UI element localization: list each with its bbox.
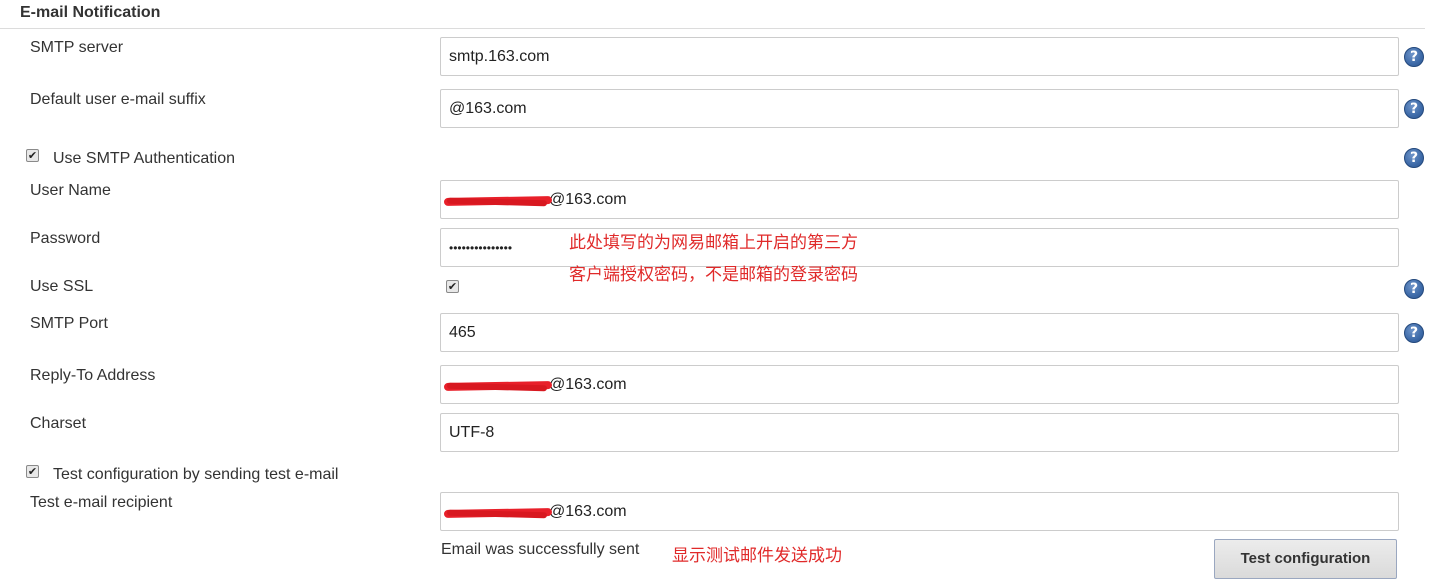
status-annotation: 显示测试邮件发送成功 <box>672 546 842 566</box>
section-title: E-mail Notification <box>20 4 161 21</box>
smtp-auth-label: Use SMTP Authentication <box>53 150 236 167</box>
use-ssl-checkbox[interactable]: ✔ <box>446 280 459 293</box>
help-icon-smtp-port[interactable]: ? <box>1404 323 1424 343</box>
user-name-label: User Name <box>30 182 111 199</box>
test-recipient-input[interactable]: @163.com <box>440 492 1399 531</box>
default-suffix-input[interactable]: @163.com <box>440 89 1399 128</box>
smtp-auth-checkbox[interactable]: ✔ <box>26 149 39 162</box>
test-configuration-button[interactable]: Test configuration <box>1214 539 1397 579</box>
smtp-port-input[interactable]: 465 <box>440 313 1399 352</box>
status-message: Email was successfully sent <box>441 541 640 558</box>
reply-to-input[interactable]: @163.com <box>440 365 1399 404</box>
charset-value: UTF-8 <box>449 424 495 441</box>
help-icon-smtp-server[interactable]: ? <box>1404 47 1424 67</box>
user-name-input[interactable]: @163.com <box>440 180 1399 219</box>
user-name-value: @163.com <box>549 191 627 208</box>
test-config-checkbox[interactable]: ✔ <box>26 465 39 478</box>
use-ssl-label: Use SSL <box>30 278 94 295</box>
help-icon-smtp-auth[interactable]: ? <box>1404 148 1424 168</box>
default-suffix-label: Default user e-mail suffix <box>30 91 206 108</box>
charset-input[interactable]: UTF-8 <box>440 413 1399 452</box>
password-label: Password <box>30 230 101 247</box>
section-header: E-mail Notification <box>0 0 1425 29</box>
password-annotation-line1: 此处填写的为网易邮箱上开启的第三方 <box>569 233 858 253</box>
test-recipient-value: @163.com <box>549 503 627 520</box>
smtp-server-label: SMTP server <box>30 39 124 56</box>
smtp-server-input[interactable]: smtp.163.com <box>440 37 1399 76</box>
smtp-port-label: SMTP Port <box>30 315 108 332</box>
password-value: ••••••••••••••• <box>449 241 513 255</box>
password-annotation-line2: 客户端授权密码，不是邮箱的登录密码 <box>569 265 858 285</box>
charset-label: Charset <box>30 415 87 432</box>
help-icon-default-suffix[interactable]: ? <box>1404 99 1424 119</box>
reply-to-label: Reply-To Address <box>30 367 156 384</box>
help-icon-use-ssl[interactable]: ? <box>1404 279 1424 299</box>
test-config-label: Test configuration by sending test e-mai… <box>53 466 339 483</box>
smtp-port-value: 465 <box>449 324 476 341</box>
smtp-server-value: smtp.163.com <box>449 48 550 65</box>
test-recipient-label: Test e-mail recipient <box>30 494 173 511</box>
reply-to-value: @163.com <box>549 376 627 393</box>
default-suffix-value: @163.com <box>449 100 527 117</box>
